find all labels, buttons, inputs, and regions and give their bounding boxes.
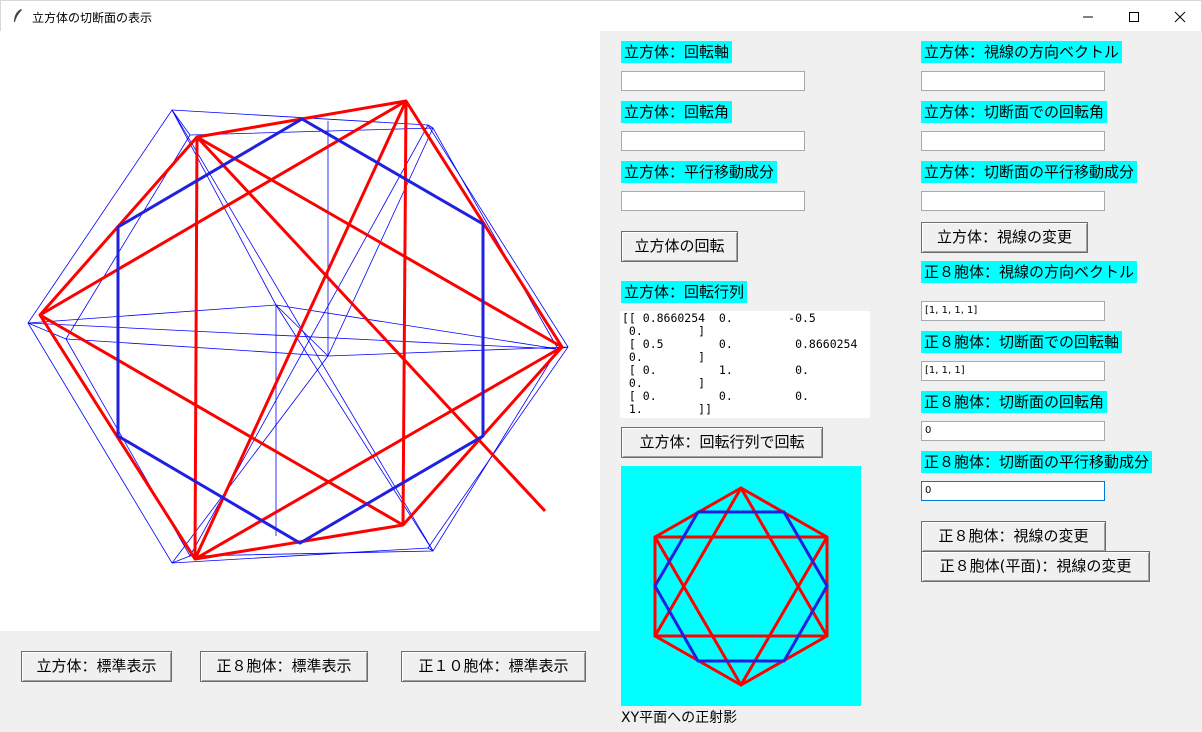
window-title: 立方体の切断面の表示 bbox=[32, 11, 153, 25]
cube-matrix-rotate-button[interactable]: 立方体：回転行列で回転 bbox=[621, 427, 823, 458]
cube-matrix-label: 立方体：回転行列 bbox=[621, 281, 748, 303]
cube-translation-label: 立方体：平行移動成分 bbox=[621, 161, 778, 183]
cube-view-direction-label: 立方体：視線の方向ベクトル bbox=[921, 41, 1123, 63]
cube-axis-label: 立方体：回転軸 bbox=[621, 41, 733, 63]
maximize-button[interactable] bbox=[1111, 1, 1157, 32]
feather-icon bbox=[11, 8, 25, 24]
cube-angle-input[interactable] bbox=[621, 131, 805, 151]
cube-section-angle-label: 立方体：切断面での回転角 bbox=[921, 101, 1108, 123]
cube-standard-view-button[interactable]: 立方体：標準表示 bbox=[21, 651, 172, 682]
minimize-button[interactable] bbox=[1065, 1, 1111, 32]
oct-section-axis-label: 正８胞体：切断面での回転軸 bbox=[921, 331, 1123, 353]
cube-rotate-button[interactable]: 立方体の回転 bbox=[621, 231, 738, 262]
oct-section-translation-value: 0 bbox=[925, 485, 932, 496]
oct-view-direction-input[interactable]: [1, 1, 1, 1] bbox=[921, 301, 1105, 321]
cube-translation-input[interactable] bbox=[621, 191, 805, 211]
title-bar: 立方体の切断面の表示 bbox=[0, 0, 1202, 31]
projection-red-edges bbox=[653, 486, 829, 687]
cube-section-translation-input[interactable] bbox=[921, 191, 1105, 211]
oct-section-translation-input[interactable]: 0 bbox=[921, 481, 1105, 501]
cube-section-translation-label: 立方体：切断面の平行移動成分 bbox=[921, 161, 1138, 183]
maximize-icon bbox=[1129, 12, 1139, 22]
minimize-icon bbox=[1083, 16, 1093, 18]
xy-projection-canvas bbox=[621, 466, 861, 706]
octachoron-standard-view-button[interactable]: 正８胞体：標準表示 bbox=[200, 651, 368, 682]
oct-view-change-button[interactable]: 正８胞体：視線の変更 bbox=[921, 521, 1106, 552]
oct-section-axis-input[interactable]: [1, 1, 1] bbox=[921, 361, 1105, 381]
cube-section-angle-input[interactable] bbox=[921, 131, 1105, 151]
oct-section-angle-label: 正８胞体：切断面の回転角 bbox=[921, 391, 1108, 413]
cube-view-direction-input[interactable] bbox=[921, 71, 1105, 91]
cube-view-change-button[interactable]: 立方体：視線の変更 bbox=[921, 222, 1088, 253]
cube-axis-input[interactable] bbox=[621, 71, 805, 91]
pentachoron-standard-view-button[interactable]: 正１０胞体：標準表示 bbox=[401, 651, 586, 682]
oct-section-angle-input[interactable]: 0 bbox=[921, 421, 1105, 441]
close-button[interactable] bbox=[1157, 1, 1202, 32]
oct-view-direction-label: 正８胞体：視線の方向ベクトル bbox=[921, 261, 1138, 283]
projection-caption: XY平面への正射影 bbox=[621, 710, 738, 726]
projection-blue-edges bbox=[653, 510, 829, 663]
oct-section-translation-label: 正８胞体：切断面の平行移動成分 bbox=[921, 451, 1153, 473]
close-icon bbox=[1174, 11, 1186, 23]
cube-angle-label: 立方体：回転角 bbox=[621, 101, 733, 123]
main-3d-canvas[interactable] bbox=[0, 31, 600, 631]
oct-plane-view-change-button[interactable]: 正８胞体(平面)：視線の変更 bbox=[921, 551, 1150, 582]
rotation-matrix-textbox[interactable]: [[ 0.8660254 0. -0.5 0. ] [ 0.5 0. 0.866… bbox=[620, 311, 870, 418]
